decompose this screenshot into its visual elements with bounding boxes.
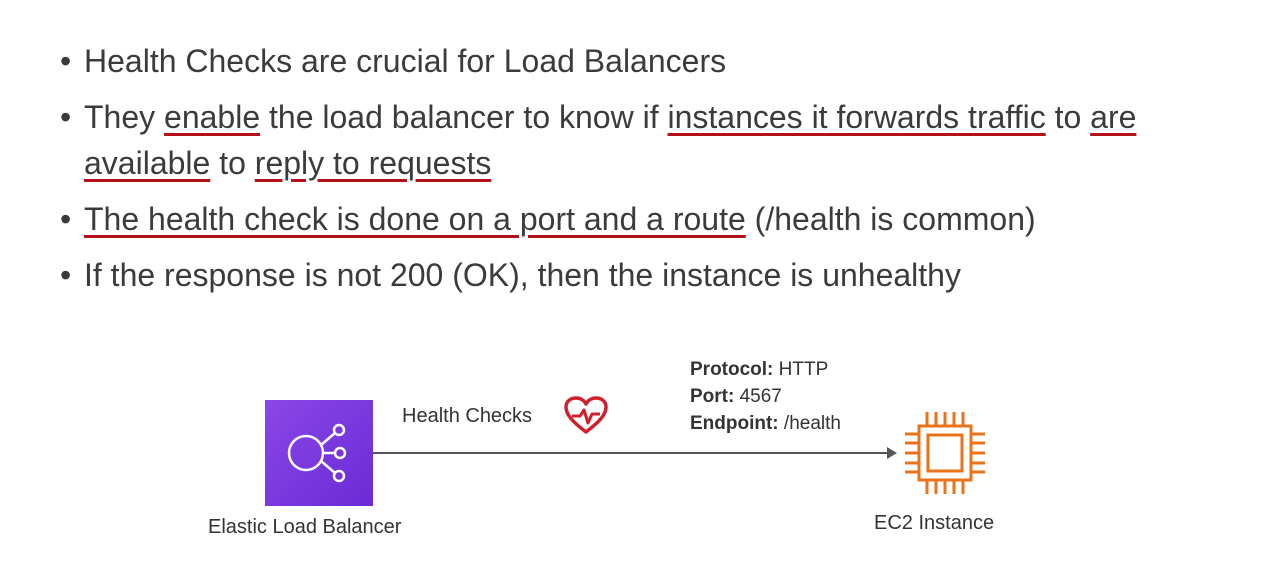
underlined-text: enable (164, 99, 261, 135)
underlined-text: reply to requests (254, 145, 492, 181)
port-line: Port: 4567 (690, 383, 841, 410)
port-value: 4567 (734, 386, 782, 407)
underlined-text: instances it forwards traffic (667, 99, 1046, 135)
bullet-text: They (84, 99, 165, 135)
health-check-config: Protocol: HTTP Port: 4567 Endpoint: /hea… (690, 356, 841, 437)
elastic-load-balancer-icon (265, 400, 373, 506)
heartbeat-icon (564, 396, 608, 434)
bullet-text: to (1045, 99, 1091, 135)
underlined-text: The health check is done on a port and a… (84, 201, 746, 237)
bullet-item: • Health Checks are crucial for Load Bala… (60, 38, 1260, 84)
endpoint-line: Endpoint: /health (690, 410, 841, 437)
bullet-dot: • (60, 257, 72, 293)
protocol-key: Protocol: (690, 359, 774, 380)
port-key: Port: (690, 386, 735, 407)
endpoint-key: Endpoint: (690, 413, 779, 434)
ec2-label: EC2 Instance (874, 512, 995, 534)
bullet-text: (/health is common) (745, 201, 1036, 237)
elb-label: Elastic Load Balancer (208, 516, 402, 538)
load-balancer-icon (287, 423, 347, 483)
bullet-text: the load balancer to know if (260, 99, 668, 135)
bullet-item: • If the response is not 200 (OK), then t… (60, 252, 1260, 298)
bullet-text: Health Checks are crucial for Load Balan… (84, 43, 727, 79)
health-checks-label: Health Checks (402, 405, 533, 427)
bullet-dot: • (60, 43, 72, 79)
bullet-list: • Health Checks are crucial for Load Bala… (60, 38, 1260, 308)
protocol-line: Protocol: HTTP (690, 356, 841, 383)
bullet-item: • They enable the load balancer to know i… (60, 94, 1260, 186)
bullet-text: If the response is not 200 (OK), then th… (84, 257, 961, 293)
arrow-head (887, 447, 897, 459)
bullet-text: to (210, 145, 255, 181)
bullet-dot: • (60, 201, 72, 237)
endpoint-value: /health (778, 413, 841, 434)
bullet-dot: • (60, 99, 72, 135)
health-check-arrow (373, 452, 889, 454)
bullet-item: • The health check is done on a port and … (60, 196, 1260, 242)
chip-icon (905, 412, 985, 494)
protocol-value: HTTP (773, 359, 829, 380)
